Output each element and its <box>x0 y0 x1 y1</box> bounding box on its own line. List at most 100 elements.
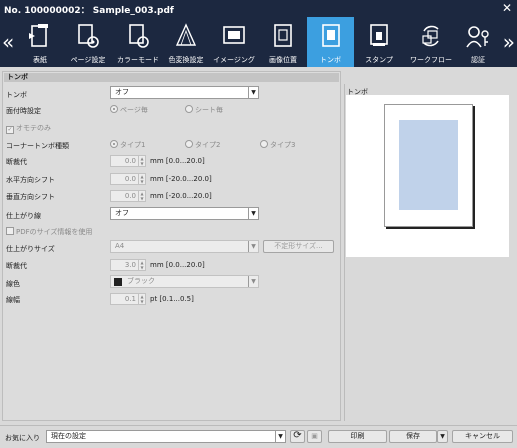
image-position-icon <box>274 24 292 47</box>
tab-color-mode-label: カラーモード <box>117 56 159 64</box>
bleed-value: 0.0 <box>124 157 136 165</box>
vshift-stepper[interactable]: 0.0 ▲ ▼ <box>110 190 146 202</box>
tombo-label: トンボ <box>6 91 27 99</box>
save-favorite-icon[interactable]: ▣ <box>307 430 322 443</box>
hshift-unit: mm [-20.0...20.0] <box>150 175 212 183</box>
tab-workflow[interactable]: ワークフロー <box>404 17 458 67</box>
tab-stamp[interactable]: スタンプ <box>356 17 402 67</box>
hshift-value: 0.0 <box>124 175 136 183</box>
bleed-label: 断裁代 <box>6 158 27 166</box>
page-settings-icon <box>78 24 99 48</box>
save-dropdown-icon[interactable]: ▼ <box>437 430 448 443</box>
tab-image-position-label: 画像位置 <box>269 56 297 64</box>
bleed-unit: mm [0.0...20.0] <box>150 157 205 165</box>
corner-label: コーナートンボ種類 <box>6 142 69 150</box>
section-title: トンボ <box>4 73 339 82</box>
tab-color-conversion[interactable]: 色変換設定 <box>164 17 208 67</box>
color-swatch-icon <box>114 278 122 286</box>
tab-crop-marks[interactable]: トンボ <box>307 17 354 67</box>
stepper-arrows-icon[interactable]: ▲ ▼ <box>138 260 145 270</box>
tab-cover-label: 表紙 <box>33 56 47 64</box>
close-icon[interactable]: ✕ <box>502 1 512 15</box>
binding-label: 面付時設定 <box>6 107 41 115</box>
per-page-radio[interactable]: ページ毎 <box>110 105 148 115</box>
tab-imaging-label: イメージング <box>213 56 255 64</box>
checkbox-icon <box>6 227 14 235</box>
chevron-down-icon: ▼ <box>248 241 258 252</box>
tab-stamp-label: スタンプ <box>365 56 393 64</box>
per-page-text: ページ毎 <box>120 106 148 114</box>
line-width-stepper[interactable]: 0.1 ▲ ▼ <box>110 293 146 305</box>
front-only-text: オモテのみ <box>16 124 51 132</box>
custom-size-button[interactable]: 不定形サイズ... <box>263 240 334 253</box>
tab-page-settings[interactable]: ページ設定 <box>66 17 110 67</box>
stepper-arrows-icon[interactable]: ▲ ▼ <box>138 191 145 201</box>
color-conversion-icon <box>175 23 197 46</box>
bleed2-unit: mm [0.0...20.0] <box>150 261 205 269</box>
save-button[interactable]: 保存 <box>389 430 437 443</box>
tab-crop-marks-label: トンボ <box>320 56 341 64</box>
stamp-icon <box>370 24 388 46</box>
tombo-select-value: オフ <box>115 88 129 96</box>
radio-selected-icon <box>110 140 118 148</box>
line-color-select[interactable]: ブラック ▼ <box>110 275 259 288</box>
per-sheet-text: シート毎 <box>195 106 223 114</box>
scroll-right-icon[interactable]: » <box>503 30 515 54</box>
radio-icon <box>185 105 193 113</box>
chevron-down-icon: ▼ <box>248 276 258 287</box>
tab-color-conversion-label: 色変換設定 <box>168 56 204 64</box>
finish-size-value: A4 <box>115 242 125 250</box>
tab-auth[interactable]: 認証 <box>458 17 498 67</box>
vshift-value: 0.0 <box>124 192 136 200</box>
line-color-label: 線色 <box>6 280 20 288</box>
per-sheet-radio[interactable]: シート毎 <box>185 105 223 115</box>
type3-radio[interactable]: タイプ3 <box>260 140 295 150</box>
tab-auth-label: 認証 <box>471 56 485 64</box>
favorites-label: お気に入り <box>5 434 40 442</box>
radio-icon <box>185 140 193 148</box>
tab-color-mode[interactable]: カラーモード <box>114 17 162 67</box>
line-width-value: 0.1 <box>124 295 136 303</box>
finish-size-select[interactable]: A4 ▼ <box>110 240 259 253</box>
tab-cover[interactable]: 表紙 <box>22 17 58 67</box>
color-mode-icon <box>129 24 149 48</box>
hshift-stepper[interactable]: 0.0 ▲ ▼ <box>110 173 146 185</box>
auth-icon <box>466 26 489 48</box>
pdf-size-text: PDFのサイズ情報を使用 <box>16 228 93 236</box>
type2-radio[interactable]: タイプ2 <box>185 140 220 150</box>
stepper-arrows-icon[interactable]: ▲ ▼ <box>138 156 145 166</box>
ribbon-toolbar: « » 表紙 ページ設定 カラーモード 色変換設定 イメージング 画像位置 トン… <box>0 17 517 67</box>
bleed2-label: 断裁代 <box>6 262 27 270</box>
tombo-select[interactable]: オフ ▼ <box>110 86 259 99</box>
pdf-size-checkbox[interactable]: PDFのサイズ情報を使用 <box>6 227 92 237</box>
finish-size-label: 仕上がりサイズ <box>6 245 55 253</box>
chevron-down-icon: ▼ <box>248 87 258 98</box>
tab-imaging[interactable]: イメージング <box>210 17 258 67</box>
stepper-arrows-icon[interactable]: ▲ ▼ <box>138 174 145 184</box>
vshift-unit: mm [-20.0...20.0] <box>150 192 212 200</box>
bleed2-value: 3.0 <box>124 261 136 269</box>
finish-select[interactable]: オフ ▼ <box>110 207 259 220</box>
bleed2-stepper[interactable]: 3.0 ▲ ▼ <box>110 259 146 271</box>
line-width-unit: pt [0.1...0.5] <box>150 295 194 303</box>
stepper-arrows-icon[interactable]: ▲ ▼ <box>138 294 145 304</box>
type3-text: タイプ3 <box>270 141 296 149</box>
bleed-stepper[interactable]: 0.0 ▲ ▼ <box>110 155 146 167</box>
tab-image-position[interactable]: 画像位置 <box>262 17 304 67</box>
print-button[interactable]: 印刷 <box>328 430 387 443</box>
cover-icon <box>29 24 48 47</box>
finish-label: 仕上がり線 <box>6 212 41 220</box>
vshift-label: 垂直方向シフト <box>6 193 55 201</box>
favorites-value: 現在の設定 <box>51 432 86 440</box>
front-only-checkbox[interactable]: ✓ オモテのみ <box>6 123 51 134</box>
scroll-left-icon[interactable]: « <box>2 30 14 54</box>
chevron-down-icon: ▼ <box>248 208 258 219</box>
imaging-icon <box>223 26 245 44</box>
cancel-button[interactable]: キャンセル <box>452 430 513 443</box>
refresh-icon[interactable]: ⟳ <box>290 430 305 443</box>
favorites-select[interactable]: 現在の設定 ▼ <box>46 430 286 443</box>
checkbox-checked-icon: ✓ <box>6 126 14 134</box>
crop-marks-icon <box>321 24 340 47</box>
workflow-icon <box>422 25 439 47</box>
type1-radio[interactable]: タイプ1 <box>110 140 145 150</box>
